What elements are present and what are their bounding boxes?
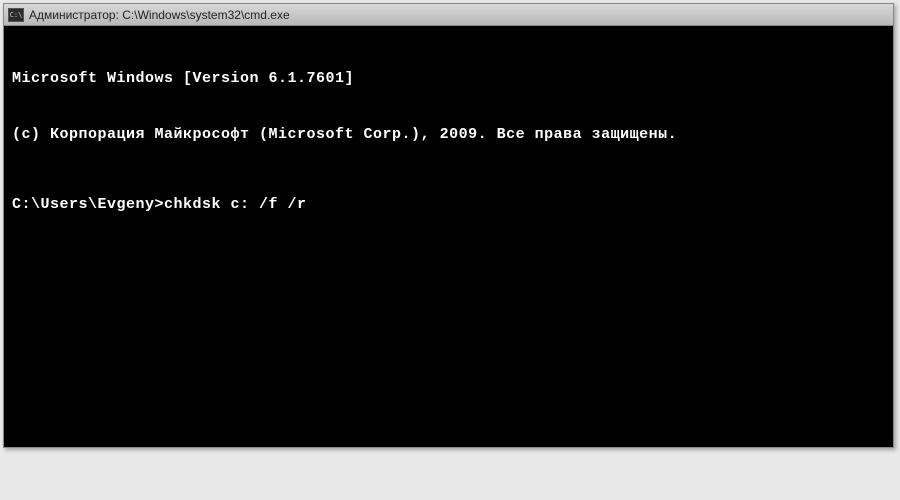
window-title: Администратор: C:\Windows\system32\cmd.e… [29, 8, 290, 22]
copyright-line: (c) Корпорация Майкрософт (Microsoft Cor… [12, 126, 885, 145]
cmd-window: C:\ Администратор: C:\Windows\system32\c… [3, 3, 894, 448]
prompt-line: C:\Users\Evgeny>chkdsk c: /f /r [12, 196, 885, 215]
titlebar[interactable]: C:\ Администратор: C:\Windows\system32\c… [4, 4, 893, 26]
console-output[interactable]: Microsoft Windows [Version 6.1.7601] (c)… [4, 26, 893, 447]
version-line: Microsoft Windows [Version 6.1.7601] [12, 70, 885, 89]
command-text: chkdsk c: /f /r [164, 196, 307, 213]
prompt-text: C:\Users\Evgeny> [12, 196, 164, 213]
cmd-icon: C:\ [8, 8, 24, 22]
